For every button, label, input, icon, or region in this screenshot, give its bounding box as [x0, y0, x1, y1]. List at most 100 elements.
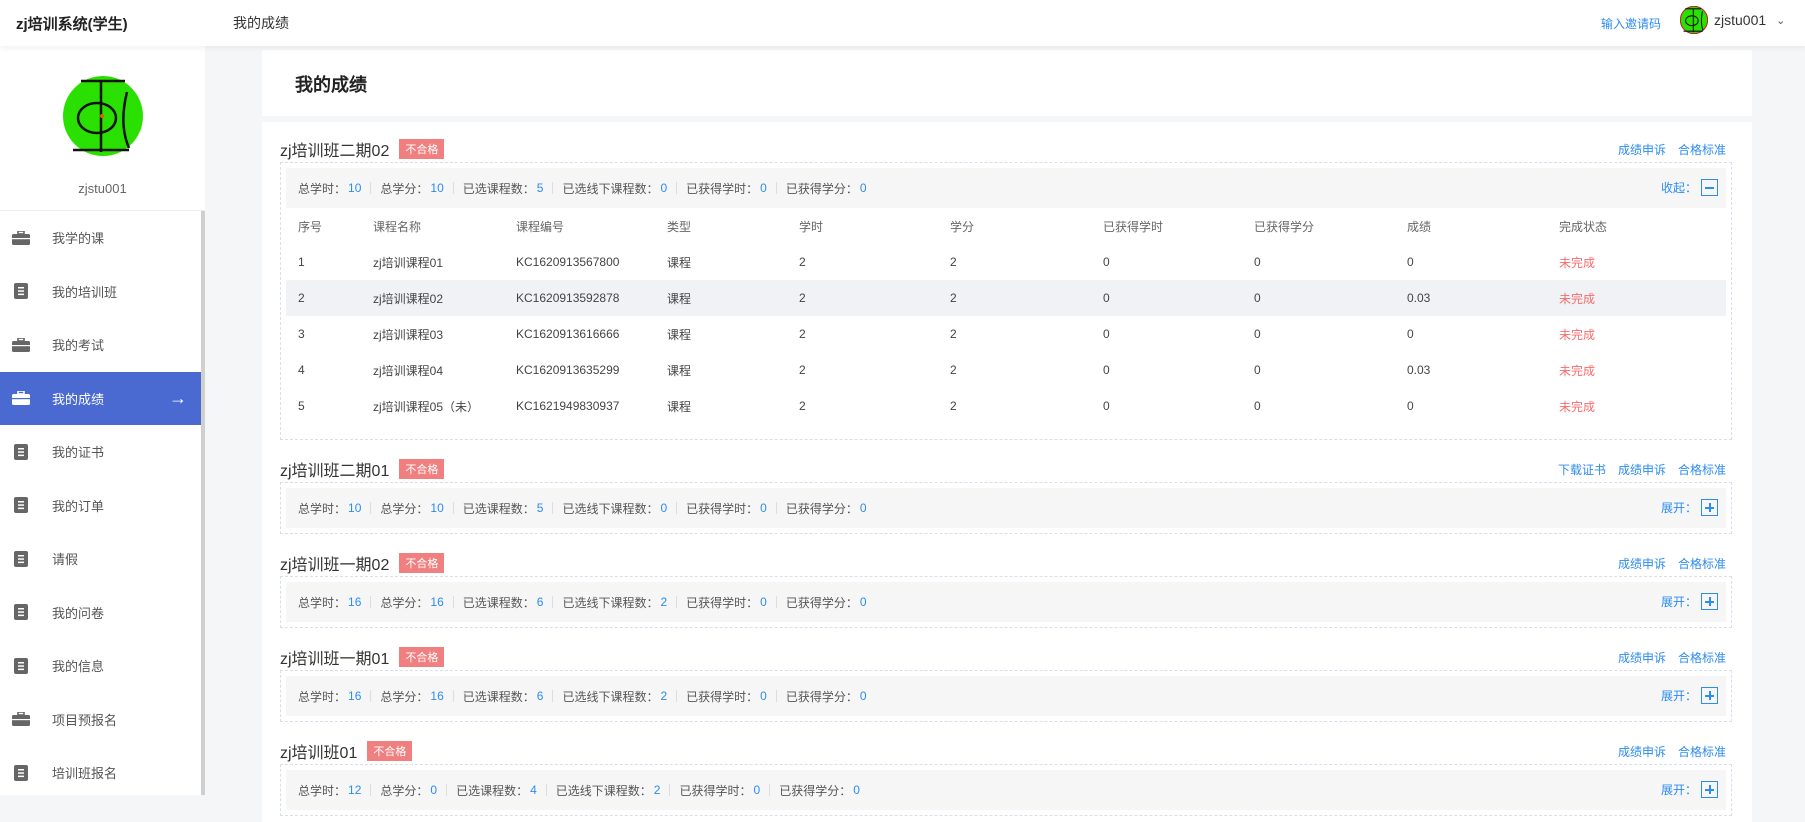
stat-courses: 已选课程数： 5	[463, 500, 544, 517]
appeal-link[interactable]: 成绩申诉	[1618, 743, 1666, 760]
column-header: 序号	[298, 219, 323, 234]
table-cell: 2	[950, 327, 957, 341]
appeal-link[interactable]: 成绩申诉	[1618, 649, 1666, 666]
table-cell: 5	[298, 399, 305, 413]
class-box: 总学时： 16 总学分： 16 已选课程数： 6 已选线下课程数： 2 已获得学时： 0 已获得学分…	[280, 576, 1732, 628]
sidebar-item-label: 我的考试	[52, 338, 105, 354]
sidebar: zjstu001 我学的课 我的培训班我的考试我的成绩 → 我的证书我的订单请假 我的问…	[0, 46, 205, 795]
stat-got_credits: 已获得学分： 0	[786, 500, 867, 517]
app-title: zj培训系统(学生)	[16, 16, 128, 33]
table-cell: KC1620913616666	[516, 327, 620, 341]
toggle-label: 展开：	[1660, 501, 1697, 515]
standard-link[interactable]: 合格标准	[1678, 461, 1726, 478]
class-title: zj培训班二期01	[280, 463, 390, 480]
table-cell: 0	[1103, 327, 1110, 341]
stat-label: 已获得学分：	[785, 501, 858, 516]
plus-icon	[1701, 781, 1718, 798]
stat-total_credits: 总学分： 16	[380, 594, 443, 611]
stat-label: 总学时：	[298, 501, 347, 516]
sidebar-item-6[interactable]: 请假	[0, 532, 205, 586]
sidebar-scrollbar[interactable]	[201, 211, 205, 795]
expand-button[interactable]: 展开：	[1661, 781, 1718, 798]
stat-label: 总学分：	[380, 783, 429, 798]
stat-value: 6	[536, 595, 544, 609]
stat-value: 10	[348, 181, 362, 195]
avatar	[1680, 6, 1708, 34]
divider	[452, 182, 454, 194]
stat-offline: 已选线下课程数： 2	[562, 688, 667, 705]
class-section: zj培训班二期02 不合格 成绩申诉 合格标准 总学时： 10 总学分： 10 已选课程数： 5…	[280, 136, 1732, 440]
stat-value: 5	[536, 501, 544, 515]
stat-total_credits: 总学分： 10	[380, 180, 443, 197]
table-cell: KC1620913592878	[504, 280, 655, 316]
standard-link[interactable]: 合格标准	[1678, 141, 1726, 158]
stat-courses: 已选课程数： 5	[463, 180, 544, 197]
sidebar-item-4[interactable]: 我的证书	[0, 425, 205, 479]
document-icon	[12, 657, 30, 674]
sidebar-item-7[interactable]: 我的问卷	[0, 586, 205, 640]
expand-button[interactable]: 展开：	[1661, 499, 1718, 516]
divider	[669, 784, 671, 796]
divider	[552, 182, 554, 194]
document-icon	[12, 283, 30, 300]
sidebar-username: zjstu001	[78, 181, 127, 196]
sidebar-item-10[interactable]: 培训班报名	[0, 746, 205, 795]
class-title: zj培训班一期01	[280, 651, 390, 668]
stat-label: 已选课程数：	[462, 181, 535, 196]
stat-label: 已获得学分：	[785, 595, 858, 610]
column-header: 完成状态	[1559, 219, 1608, 234]
page-title: 我的成绩	[295, 75, 367, 95]
standard-link[interactable]: 合格标准	[1678, 743, 1726, 760]
table-cell: 2	[787, 280, 938, 316]
table-cell: 0	[1242, 280, 1395, 316]
stat-total_credits: 总学分： 10	[380, 500, 443, 517]
stat-courses: 已选课程数： 6	[463, 594, 544, 611]
class-box: 总学时： 16 总学分： 16 已选课程数： 6 已选线下课程数： 2 已获得学时： 0 已获得学分…	[280, 670, 1732, 722]
sidebar-item-8[interactable]: 我的信息	[0, 639, 205, 693]
status-badge: 不合格	[399, 553, 445, 573]
sidebar-item-label: 我的订单	[52, 498, 105, 514]
standard-link[interactable]: 合格标准	[1678, 555, 1726, 572]
invite-code-link[interactable]: 输入邀请码	[1601, 15, 1661, 32]
stat-label: 已获得学分：	[785, 181, 858, 196]
sidebar-item-2[interactable]: 我的考试	[0, 318, 205, 372]
collapse-button[interactable]: 收起：	[1661, 179, 1718, 196]
stat-label: 已获得学时：	[686, 501, 759, 516]
stat-got_hours: 已获得学时： 0	[686, 500, 767, 517]
expand-button[interactable]: 展开：	[1661, 593, 1718, 610]
divider	[545, 784, 547, 796]
stat-value: 16	[430, 595, 444, 609]
table-row: 5 zj培训课程05（未） KC1621949830937 课程 2 2 0 0 0 未完成	[286, 388, 1726, 424]
stat-value: 0	[859, 181, 867, 195]
stat-label: 已选课程数：	[462, 501, 535, 516]
table-cell: 0	[1091, 280, 1242, 316]
table-cell: 0	[1254, 363, 1261, 377]
table-cell: 课程	[667, 399, 692, 414]
sidebar-item-1[interactable]: 我的培训班	[0, 265, 205, 319]
appeal-link[interactable]: 成绩申诉	[1618, 461, 1666, 478]
sidebar-item-3[interactable]: 我的成绩 →	[0, 371, 201, 425]
table-cell: 2	[799, 255, 806, 269]
download-certificate-link[interactable]: 下载证书	[1558, 461, 1606, 478]
table-row: 1 zj培训课程01 KC1620913567800 课程 2 2 0 0 0 未完成	[286, 244, 1726, 280]
document-icon	[12, 764, 30, 781]
sidebar-item-0[interactable]: 我学的课	[0, 211, 205, 265]
sidebar-item-9[interactable]: 项目预报名	[0, 693, 205, 747]
standard-link[interactable]: 合格标准	[1678, 649, 1726, 666]
toggle-label: 展开：	[1660, 595, 1697, 609]
sidebar-item-5[interactable]: 我的订单	[0, 479, 205, 533]
stat-got_hours: 已获得学时： 0	[686, 594, 767, 611]
stat-value: 2	[660, 689, 668, 703]
class-section: zj培训班一期01 不合格 成绩申诉 合格标准 总学时： 16 总学分： 16 已选课程数： 6…	[280, 644, 1732, 722]
stat-label: 总学分：	[380, 689, 429, 704]
divider	[452, 690, 454, 702]
expand-button[interactable]: 展开：	[1661, 687, 1718, 704]
arrow-right-icon: →	[169, 387, 187, 408]
user-menu[interactable]: zjstu001 ⌄	[1680, 6, 1785, 34]
briefcase-icon	[12, 230, 30, 246]
stat-got_credits: 已获得学分： 0	[786, 594, 867, 611]
stat-offline: 已选线下课程数： 2	[562, 594, 667, 611]
appeal-link[interactable]: 成绩申诉	[1618, 555, 1666, 572]
appeal-link[interactable]: 成绩申诉	[1618, 141, 1666, 158]
table-cell: 0.03	[1395, 280, 1547, 316]
